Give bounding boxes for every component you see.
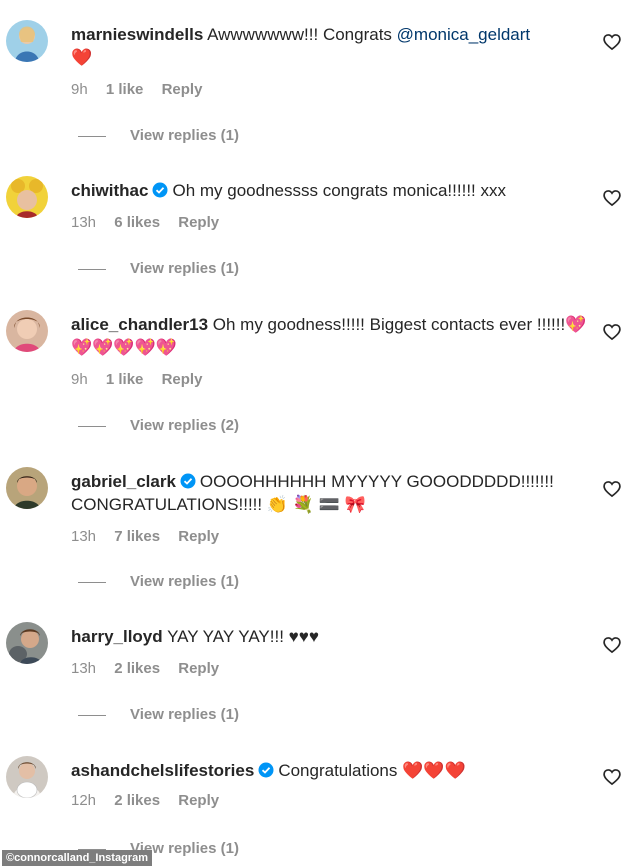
comment-time[interactable]: 12h	[71, 792, 96, 809]
comment-body: marnieswindells Awwwwwww!!! Congrats @mo…	[71, 23, 596, 69]
reply-button[interactable]: Reply	[178, 660, 219, 677]
reply-button[interactable]: Reply	[178, 528, 219, 545]
reply-button[interactable]: Reply	[162, 371, 203, 388]
verified-badge-icon	[258, 762, 274, 778]
comment-meta: 9h 1 like Reply	[71, 371, 216, 388]
comment-likes[interactable]: 2 likes	[114, 660, 160, 677]
reply-button[interactable]: Reply	[178, 792, 219, 809]
verified-badge-icon	[180, 473, 196, 489]
comment-username[interactable]: alice_chandler13	[71, 315, 208, 334]
comment-likes[interactable]: 2 likes	[114, 792, 160, 809]
heart-outline-icon[interactable]	[602, 479, 622, 499]
view-replies-button[interactable]: View replies (2)	[78, 417, 239, 434]
heart-outline-icon[interactable]	[602, 635, 622, 655]
comment-username[interactable]: gabriel_clark	[71, 472, 176, 491]
comment-emoji: 👏 💐 🟰 🎀	[266, 495, 366, 514]
comment-likes[interactable]: 1 like	[106, 81, 144, 98]
comment-body: chiwithac Oh my goodnessss congrats monic…	[71, 179, 596, 202]
comment-text: Oh my goodness!!!!! Biggest contacts eve…	[212, 315, 566, 334]
replies-divider	[78, 425, 106, 427]
view-replies-label: View replies (1)	[130, 127, 239, 144]
comment-time[interactable]: 13h	[71, 528, 96, 545]
comment-text: Oh my goodnessss congrats monica!!!!!! x…	[172, 181, 506, 200]
view-replies-button[interactable]: View replies (1)	[78, 127, 239, 144]
comment-username[interactable]: ashandchelslifestories	[71, 761, 254, 780]
comment-time[interactable]: 13h	[71, 660, 96, 677]
comment-meta: 13h 6 likes Reply	[71, 214, 233, 231]
reply-button[interactable]: Reply	[162, 81, 203, 98]
watermark: ©connorcalland_Instagram	[2, 850, 152, 866]
avatar[interactable]	[6, 467, 48, 509]
replies-divider	[78, 714, 106, 716]
avatar[interactable]	[6, 176, 48, 218]
replies-divider	[78, 135, 106, 137]
heart-outline-icon[interactable]	[602, 322, 622, 342]
comment-likes[interactable]: 7 likes	[114, 528, 160, 545]
replies-divider	[78, 581, 106, 583]
comment-username[interactable]: chiwithac	[71, 181, 148, 200]
view-replies-label: View replies (1)	[130, 706, 239, 723]
comment-meta: 12h 2 likes Reply	[71, 792, 233, 809]
avatar[interactable]	[6, 622, 48, 664]
comment-emoji: ❤️	[71, 48, 93, 67]
comment-likes[interactable]: 1 like	[106, 371, 144, 388]
avatar[interactable]	[6, 310, 48, 352]
avatar[interactable]	[6, 20, 48, 62]
comment-mention[interactable]: @monica_geldart	[397, 25, 531, 44]
comment-username[interactable]: marnieswindells	[71, 25, 203, 44]
comment-emoji: ❤️❤️❤️	[402, 761, 466, 780]
comment-meta: 9h 1 like Reply	[71, 81, 216, 98]
comment-likes[interactable]: 6 likes	[114, 214, 160, 231]
replies-divider	[78, 268, 106, 270]
view-replies-button[interactable]: View replies (1)	[78, 260, 239, 277]
comment-username[interactable]: harry_lloyd	[71, 627, 163, 646]
comment-meta: 13h 2 likes Reply	[71, 660, 233, 677]
comment-text: YAY YAY YAY!!! ♥♥♥	[167, 627, 319, 646]
comment-meta: 13h 7 likes Reply	[71, 528, 233, 545]
comment-time[interactable]: 13h	[71, 214, 96, 231]
comment-body: gabriel_clark OOOOHHHHHH MYYYYY GOOODDDDD…	[71, 470, 596, 516]
comment-text: Congratulations	[278, 761, 398, 780]
comment-body: alice_chandler13 Oh my goodness!!!!! Big…	[71, 313, 596, 359]
view-replies-label: View replies (1)	[130, 260, 239, 277]
comment-time[interactable]: 9h	[71, 371, 88, 388]
verified-badge-icon	[152, 182, 168, 198]
heart-outline-icon[interactable]	[602, 188, 622, 208]
avatar[interactable]	[6, 756, 48, 798]
heart-outline-icon[interactable]	[602, 32, 622, 52]
view-replies-button[interactable]: View replies (1)	[78, 573, 239, 590]
comment-time[interactable]: 9h	[71, 81, 88, 98]
heart-outline-icon[interactable]	[602, 767, 622, 787]
comment-body: ashandchelslifestories Congratulations ❤️…	[71, 759, 596, 782]
view-replies-label: View replies (1)	[130, 573, 239, 590]
reply-button[interactable]: Reply	[178, 214, 219, 231]
comment-body: harry_lloyd YAY YAY YAY!!! ♥♥♥	[71, 625, 596, 648]
comment-text: Awwwwwww!!! Congrats	[207, 25, 397, 44]
view-replies-button[interactable]: View replies (1)	[78, 706, 239, 723]
view-replies-label: View replies (2)	[130, 417, 239, 434]
